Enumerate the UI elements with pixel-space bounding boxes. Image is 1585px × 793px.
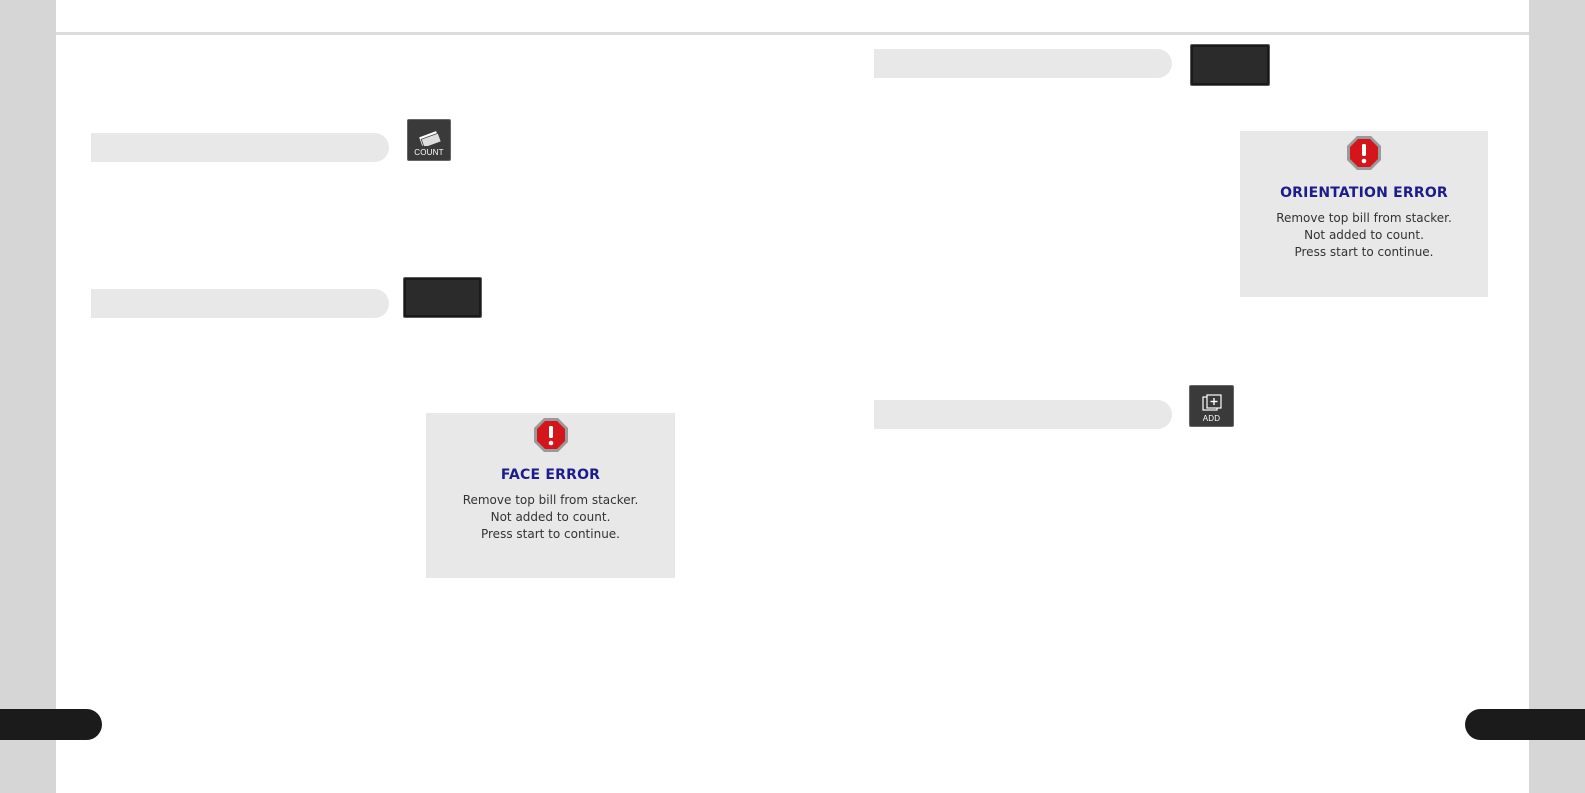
add-button[interactable]: ADD: [1189, 385, 1234, 427]
face-error-line-3: Press start to continue.: [480, 527, 620, 541]
orientation-error-message: Remove top bill from stacker. Not added …: [1276, 210, 1452, 261]
orientation-error-line-1: Remove top bill from stacker.: [1276, 211, 1452, 225]
blank-dark-button-1[interactable]: [403, 277, 482, 318]
page-number-tab-right: [1465, 709, 1585, 740]
stop-exclamation-icon: [533, 418, 568, 452]
section-bar-4: [874, 400, 1172, 429]
orientation-error-title: ORIENTATION ERROR: [1280, 185, 1448, 201]
count-button-label: COUNT: [414, 148, 444, 157]
page-number-tab-left: [0, 709, 102, 740]
face-error-line-1: Remove top bill from stacker.: [462, 493, 639, 507]
section-bar-3: [874, 49, 1172, 78]
face-error-line-2: Not added to count.: [490, 510, 611, 524]
face-error-message: Remove top bill from stacker. Not added …: [463, 492, 639, 543]
orientation-error-alert: ORIENTATION ERROR Remove top bill from s…: [1240, 131, 1488, 297]
face-error-title: FACE ERROR: [500, 467, 601, 483]
bills-icon: [419, 131, 442, 146]
add-plus-icon: [1201, 394, 1222, 411]
blank-dark-button-2[interactable]: [1190, 44, 1270, 86]
face-error-alert: FACE ERROR Remove top bill from stacker.…: [426, 413, 675, 578]
stop-exclamation-icon: [1347, 136, 1381, 170]
add-button-label: ADD: [1202, 414, 1221, 423]
orientation-error-line-2: Not added to count.: [1304, 228, 1424, 242]
section-bar-2: [91, 289, 389, 318]
count-button[interactable]: COUNT: [407, 119, 451, 161]
right-margin-strip: [1529, 0, 1585, 793]
left-margin-strip: [0, 0, 56, 793]
section-bar-1: [91, 133, 389, 162]
top-divider: [56, 32, 1529, 35]
orientation-error-line-3: Press start to continue.: [1294, 245, 1434, 259]
